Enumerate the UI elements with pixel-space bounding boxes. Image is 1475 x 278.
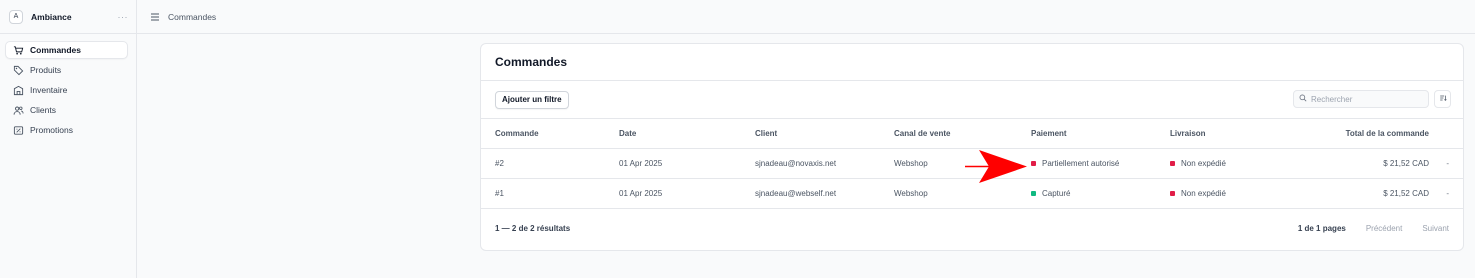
- previous-page-button[interactable]: Précédent: [1366, 224, 1402, 233]
- order-date: 01 Apr 2025: [619, 189, 663, 198]
- order-channel: Webshop: [894, 159, 928, 168]
- order-number: #2: [495, 159, 504, 168]
- sidebar-item-label: Promotions: [30, 125, 73, 135]
- table-header: Commande Date Client Canal de vente Paie…: [481, 119, 1463, 149]
- order-channel: Webshop: [894, 189, 928, 198]
- payment-status-label: Partiellement autorisé: [1042, 159, 1120, 168]
- page-title: Commandes: [495, 55, 568, 69]
- annotation-arrow-icon: [965, 150, 1027, 183]
- payment-status: Capturé: [1031, 189, 1070, 198]
- table-footer: 1 — 2 de 2 résultats 1 de 1 pages Précéd…: [481, 209, 1463, 247]
- sidebar-item-label: Produits: [30, 65, 62, 75]
- sidebar-item-inventaire[interactable]: Inventaire: [5, 81, 128, 99]
- result-count: 1 — 2 de 2 résultats: [495, 223, 571, 233]
- add-filter-button[interactable]: Ajouter un filtre: [495, 90, 569, 109]
- shipping-status: Non expédié: [1170, 159, 1226, 168]
- sort-button[interactable]: [1434, 90, 1451, 108]
- orders-card: Commandes Ajouter un filtre Commande Dat…: [480, 43, 1464, 251]
- payment-status: Partiellement autorisé: [1031, 159, 1119, 168]
- order-number: #1: [495, 189, 504, 198]
- sidebar-item-commandes[interactable]: Commandes: [5, 41, 128, 59]
- column-header: Total de la commande: [1345, 129, 1429, 138]
- orders-toolbar: Ajouter un filtre: [481, 81, 1463, 119]
- sort-icon: [1439, 94, 1447, 104]
- table-row[interactable]: #1 01 Apr 2025 sjnadeau@webself.net Webs…: [481, 179, 1463, 209]
- topbar: Commandes: [137, 0, 1475, 34]
- receipt-percent-icon: [12, 124, 24, 136]
- sidebar-item-label: Inventaire: [30, 85, 68, 95]
- sidebar-item-produits[interactable]: Produits: [5, 61, 128, 79]
- shipping-status: Non expédié: [1170, 189, 1226, 198]
- store-switcher[interactable]: A Ambiance ···: [0, 0, 136, 34]
- orders-header: Commandes: [481, 44, 1463, 81]
- store-menu-icon[interactable]: ···: [118, 12, 129, 22]
- page-indicator: 1 de 1 pages: [1297, 223, 1346, 233]
- tag-icon: [12, 64, 24, 76]
- search-box[interactable]: [1293, 90, 1429, 108]
- column-header: Client: [755, 129, 778, 138]
- store-avatar: A: [9, 9, 23, 24]
- search-icon: [1299, 94, 1307, 104]
- sidebar-item-label: Commandes: [30, 45, 82, 55]
- building-icon: [12, 84, 24, 96]
- column-header: Canal de vente: [894, 129, 951, 138]
- sidebar-item-promotions[interactable]: Promotions: [5, 121, 128, 139]
- column-header: Commande: [495, 129, 539, 138]
- status-dot-icon: [1031, 191, 1036, 196]
- order-client: sjnadeau@novaxis.net: [755, 159, 837, 168]
- store-name: Ambiance: [31, 11, 72, 22]
- order-client: sjnadeau@webself.net: [755, 189, 837, 198]
- order-total: $ 21,52 CAD: [1383, 189, 1429, 198]
- shipping-status-label: Non expédié: [1181, 159, 1226, 168]
- cart-icon: [12, 44, 24, 56]
- breadcrumb[interactable]: Commandes: [168, 12, 216, 22]
- sidebar-nav: Commandes Produits Inventaire Clients Pr…: [0, 34, 136, 139]
- status-dot-icon: [1170, 191, 1175, 196]
- pagination: 1 de 1 pages Précédent Suivant: [1298, 224, 1449, 233]
- search-input[interactable]: [1311, 94, 1421, 104]
- sidebar: A Ambiance ··· Commandes Produits Invent…: [0, 0, 137, 278]
- column-header: Paiement: [1031, 129, 1067, 138]
- column-header: Date: [619, 129, 637, 138]
- sidebar-item-clients[interactable]: Clients: [5, 101, 128, 119]
- row-actions[interactable]: -: [1446, 189, 1449, 198]
- column-header: Livraison: [1170, 129, 1206, 138]
- menu-icon[interactable]: [149, 11, 161, 23]
- sidebar-item-label: Clients: [30, 105, 56, 115]
- status-dot-icon: [1170, 161, 1175, 166]
- status-dot-icon: [1031, 161, 1036, 166]
- next-page-button[interactable]: Suivant: [1422, 224, 1449, 233]
- order-total: $ 21,52 CAD: [1383, 159, 1429, 168]
- order-date: 01 Apr 2025: [619, 159, 663, 168]
- users-icon: [12, 104, 24, 116]
- row-actions[interactable]: -: [1446, 159, 1449, 168]
- shipping-status-label: Non expédié: [1181, 189, 1226, 198]
- payment-status-label: Capturé: [1042, 189, 1071, 198]
